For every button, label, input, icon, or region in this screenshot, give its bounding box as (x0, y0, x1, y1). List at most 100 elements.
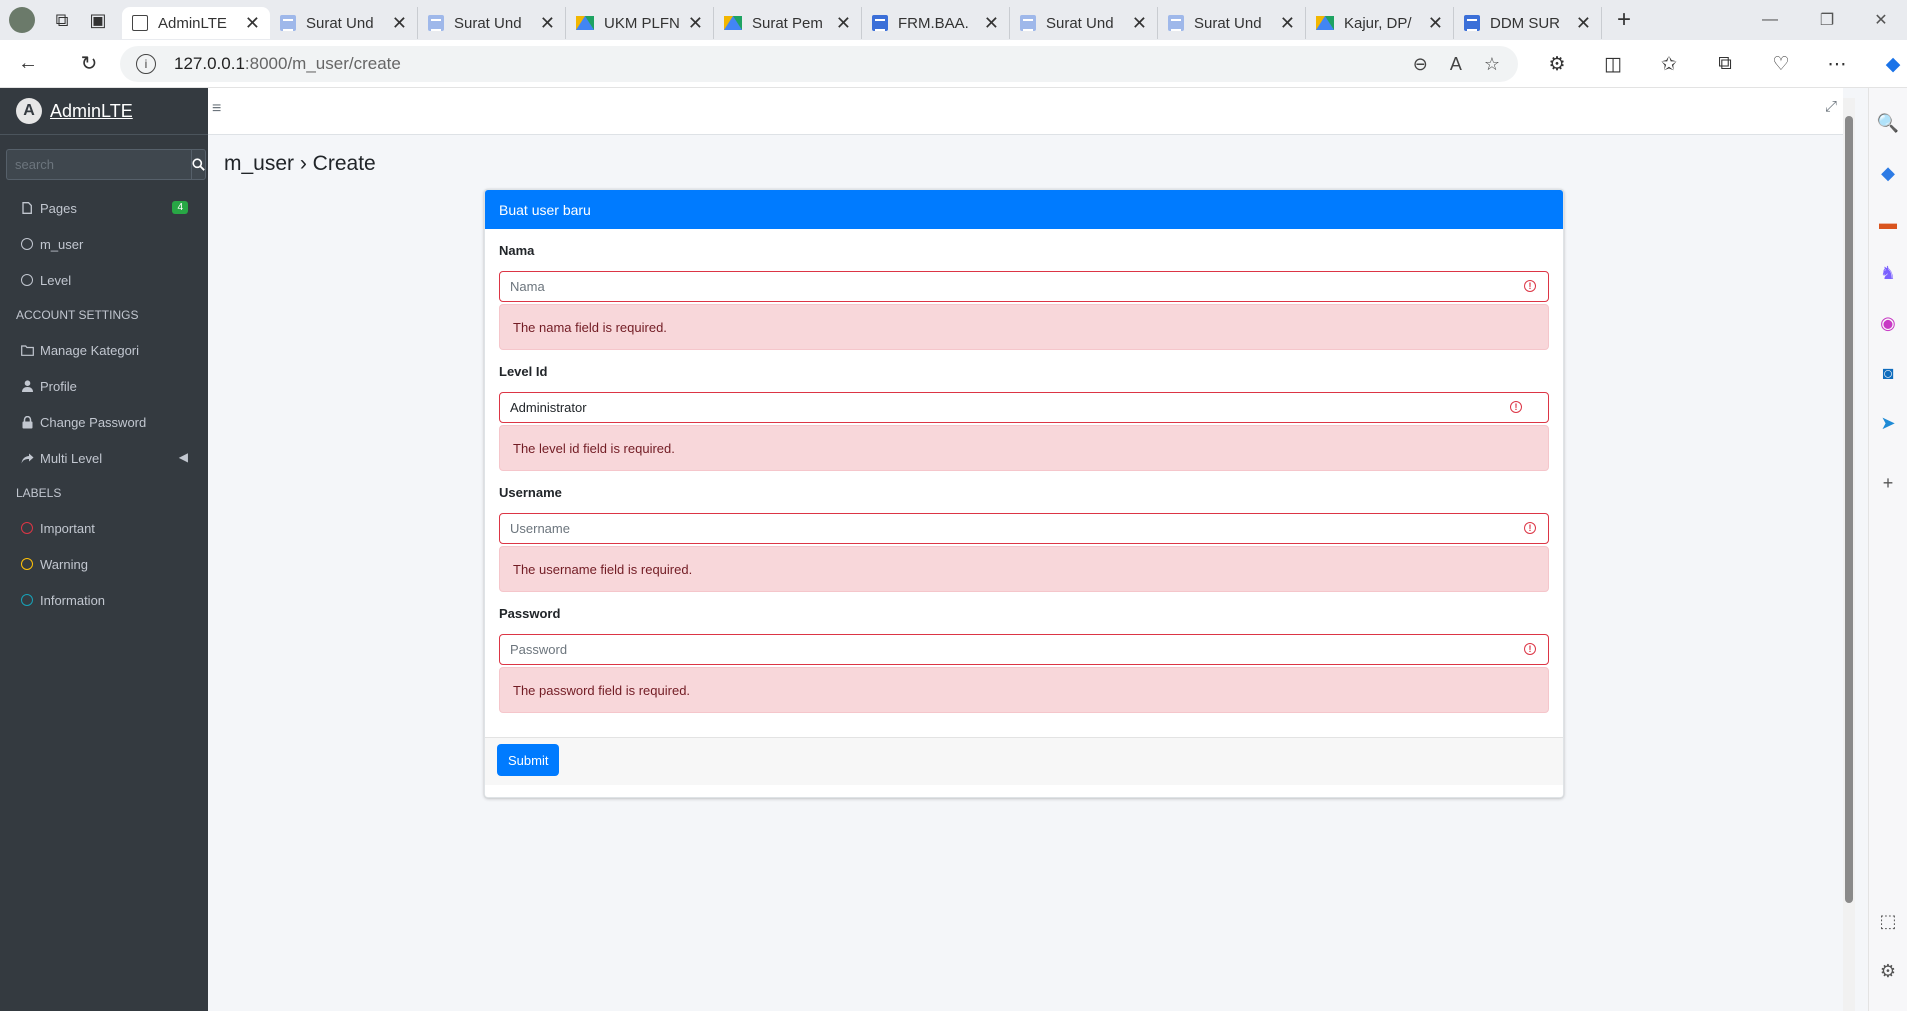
more-options-icon[interactable]: ⋯ (1815, 44, 1859, 84)
outlook-icon[interactable]: ◙ (1873, 358, 1903, 388)
back-button[interactable]: ← (6, 44, 50, 84)
level-id-select[interactable]: Administrator! (499, 392, 1549, 423)
page-title: m_user › Create (224, 152, 376, 175)
site-info-icon[interactable]: i (136, 54, 156, 74)
add-icon[interactable]: + (1873, 468, 1903, 498)
sidebar-item-manage-kategori[interactable]: Manage Kategori (0, 332, 208, 368)
sidebar-item-label: Profile (40, 378, 77, 394)
profile-avatar-icon[interactable] (0, 0, 44, 40)
sidebar-item-profile[interactable]: Profile (0, 368, 208, 404)
sidebar-item-label: Change Password (40, 414, 147, 430)
url-host: 127.0.0.1 (174, 54, 245, 73)
drive-icon (576, 16, 594, 30)
submit-button[interactable]: Submit (497, 744, 560, 776)
read-aloud-icon[interactable]: A (1450, 54, 1462, 75)
tab-title: Surat Und (306, 14, 374, 32)
url-actions: ⊖ A ☆ (1413, 46, 1500, 82)
close-icon[interactable]: ✕ (1280, 13, 1295, 34)
password-input[interactable]: Password! (499, 634, 1549, 665)
search-icon[interactable] (191, 149, 206, 180)
games-icon[interactable]: ♞ (1873, 258, 1903, 288)
close-icon[interactable]: ✕ (688, 13, 703, 34)
account-settings-header: ACCOUNT SETTINGS (16, 308, 139, 322)
address-bar: ← ↻ i 127.0.0.1:8000/m_user/create ⊖ A ☆… (0, 40, 1907, 88)
browser-tab[interactable]: AdminLTE ✕ (122, 7, 270, 39)
close-window-button[interactable]: ✕ (1858, 0, 1904, 40)
toolbox-icon[interactable]: ▬ (1873, 208, 1903, 238)
workspaces-icon[interactable]: ⧉ (44, 0, 80, 40)
new-tab-button[interactable]: + (1602, 0, 1646, 40)
tab-actions-icon[interactable]: ▣ (80, 0, 116, 40)
labels-header: LABELS (16, 486, 62, 500)
close-icon[interactable]: ✕ (984, 13, 999, 34)
minimize-button[interactable]: — (1747, 0, 1793, 40)
brand-text: AdminLTE (50, 101, 133, 122)
browser-tab[interactable]: Surat Pem ✕ (714, 7, 862, 39)
tab-title: Surat Pem (752, 14, 823, 32)
page-scrollbar[interactable] (1843, 98, 1855, 1011)
nama-input[interactable]: Nama! (499, 271, 1549, 302)
split-screen-icon[interactable]: ◫ (1591, 44, 1635, 84)
office-icon[interactable]: ◉ (1873, 308, 1903, 338)
settings-icon[interactable]: ⚙ (1873, 956, 1903, 986)
browser-tab[interactable]: Kajur, DP/ ✕ (1306, 7, 1454, 39)
browser-tab[interactable]: Surat Und ✕ (270, 7, 418, 39)
sidebar-item-multi-level[interactable]: Multi Level ◀ (0, 440, 208, 476)
username-input[interactable]: Username! (499, 513, 1549, 544)
sidebar-search-input[interactable] (6, 149, 191, 180)
refresh-button[interactable]: ↻ (67, 44, 111, 84)
sidebar-item-information[interactable]: Information (0, 582, 208, 618)
performance-icon[interactable]: ♡ (1759, 44, 1803, 84)
close-icon[interactable]: ✕ (540, 13, 555, 34)
sidebar-item-pages[interactable]: Pages 4 (0, 190, 208, 226)
url-field[interactable]: i 127.0.0.1:8000/m_user/create ⊖ A ☆ (120, 46, 1518, 82)
card-footer: Submit (485, 737, 1563, 797)
telegram-icon[interactable]: ➤ (1873, 408, 1903, 438)
favorite-star-icon[interactable]: ☆ (1484, 54, 1500, 75)
close-icon[interactable]: ✕ (392, 13, 407, 34)
sidebar-item-important[interactable]: Important (0, 510, 208, 546)
favorites-icon[interactable]: ✩ (1647, 44, 1691, 84)
copilot-icon[interactable]: ◆ (1871, 44, 1907, 84)
browser-tab[interactable]: Surat Und ✕ (418, 7, 566, 39)
browser-tab[interactable]: UKM PLFN ✕ (566, 7, 714, 39)
close-icon[interactable]: ✕ (1576, 13, 1591, 34)
docs-icon (280, 15, 296, 31)
browser-tab[interactable]: DDM SUR ✕ (1454, 7, 1602, 39)
url-path: :8000/m_user/create (244, 54, 401, 73)
error-icon: ! (1524, 280, 1536, 292)
search-icon[interactable]: 🔍 (1873, 108, 1903, 138)
close-icon[interactable]: ✕ (836, 13, 851, 34)
sidebar-item-level[interactable]: Level (0, 262, 208, 298)
browser-tab[interactable]: FRM.BAA. ✕ (862, 7, 1010, 39)
brand-text-bold: Admin (50, 100, 102, 121)
fullscreen-icon[interactable]: ⤢ (1825, 98, 1837, 115)
sidebar-item-m-user[interactable]: m_user (0, 226, 208, 262)
sidebar-item-warning[interactable]: Warning (0, 546, 208, 582)
close-icon[interactable]: ✕ (1428, 13, 1443, 34)
close-icon[interactable]: ✕ (245, 13, 260, 34)
form-group-nama: Nama Nama! The nama field is required. (499, 243, 1549, 364)
browser-tab[interactable]: Surat Und ✕ (1010, 7, 1158, 39)
docs-icon (428, 15, 444, 31)
collections-icon[interactable]: ⧉ (1703, 44, 1747, 84)
extensions-icon[interactable]: ⚙ (1535, 44, 1579, 84)
close-icon[interactable]: ✕ (1132, 13, 1147, 34)
sidebar-search (6, 149, 206, 180)
browser-toolbar: ⚙ ◫ ✩ ⧉ ♡ ⋯ ◆ (1535, 40, 1907, 88)
hamburger-menu-icon[interactable]: ≡ (212, 100, 221, 118)
shopping-tag-icon[interactable]: ◆ (1873, 158, 1903, 188)
sidebar-item-change-password[interactable]: Change Password (0, 404, 208, 440)
screenshot-icon[interactable]: ⬚ (1873, 906, 1903, 936)
docs-blue-icon (872, 15, 888, 31)
docs-icon (1168, 15, 1184, 31)
brand-link[interactable]: A AdminLTE (0, 88, 208, 135)
zoom-out-icon[interactable]: ⊖ (1413, 54, 1428, 75)
edge-sidebar: 🔍 ◆ ▬ ♞ ◉ ◙ ➤ + ⬚ ⚙ (1868, 88, 1907, 1011)
browser-tab[interactable]: Surat Und ✕ (1158, 7, 1306, 39)
scrollbar-thumb[interactable] (1845, 116, 1853, 903)
brand-logo-icon: A (16, 98, 42, 124)
level-id-error-alert: The level id field is required. (499, 425, 1549, 471)
chevron-left-icon[interactable]: ◀ (179, 450, 188, 464)
restore-button[interactable]: ❐ (1804, 0, 1850, 40)
